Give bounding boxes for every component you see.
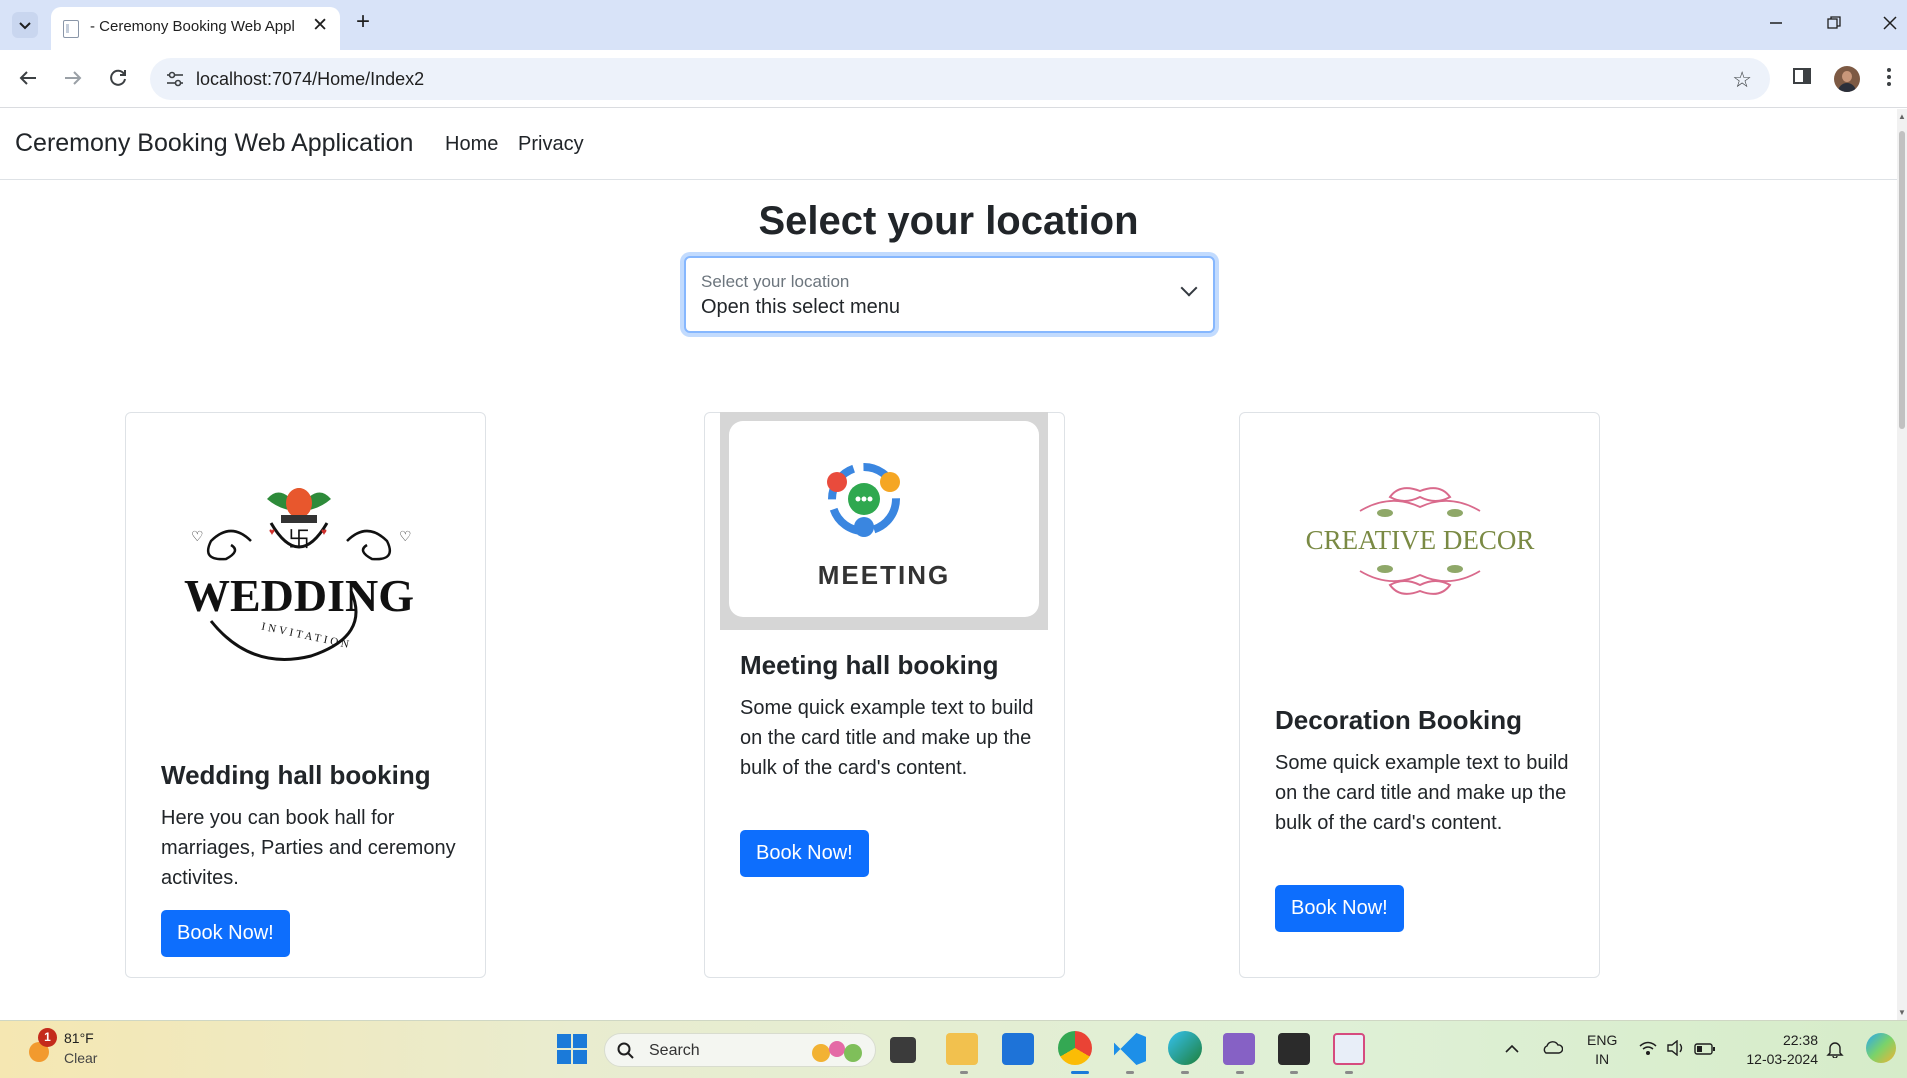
card-text: Here you can book hall for marriages, Pa… [161,807,456,889]
snipping-tool-icon[interactable] [1333,1033,1365,1065]
more-menu-icon[interactable] [1886,66,1892,92]
close-icon[interactable]: ✕ [312,16,328,35]
app-running-indicator [1236,1071,1244,1074]
windows-start-icon[interactable] [557,1034,587,1069]
back-icon[interactable] [16,66,40,94]
creative-decor-logo-image: CREATIVE DECOR [1306,487,1535,595]
meeting-logo-image: MEETING [720,412,1048,630]
reload-icon[interactable] [106,66,130,94]
browser-tab[interactable]: - Ceremony Booking Web Appli ✕ [51,7,340,50]
book-now-button[interactable]: Book Now! [740,830,869,877]
card-title: Wedding hall booking [161,760,431,790]
weather-temp: 81°F [64,1030,94,1046]
card-decoration: CREATIVE DECOR Decoration Booking Some q… [1239,412,1600,978]
language-code: ENG [1587,1032,1618,1048]
app-active-indicator [1071,1071,1089,1074]
svg-text:WEDDING: WEDDING [184,570,414,621]
svg-text:♥: ♥ [269,527,275,538]
task-view-icon[interactable] [890,1037,916,1063]
select-floating-label: Select your location [701,272,850,291]
forward-icon[interactable] [61,66,85,94]
page-icon [63,20,79,38]
svg-text:♡: ♡ [399,528,412,544]
search-highlight-icon [812,1041,862,1062]
terminal-icon[interactable] [1278,1033,1310,1065]
app-running-indicator [1181,1071,1189,1074]
app-running-indicator [1290,1071,1298,1074]
app-running-indicator [960,1071,968,1074]
card-title: Meeting hall booking [740,650,999,680]
onedrive-cloud-icon[interactable] [1541,1040,1564,1059]
select-value: Open this select menu [701,296,900,318]
site-info-icon[interactable] [166,71,184,87]
svg-text:卐: 卐 [288,528,310,553]
battery-icon[interactable] [1694,1042,1716,1060]
card-wedding: 卐 ♡ ♡ ♥ ♥ WEDDING INVITATION Wedding hal… [125,412,486,978]
site-navbar: Ceremony Booking Web Application Home Pr… [0,109,1897,180]
region-code: IN [1595,1051,1610,1067]
new-tab-button[interactable]: + [356,10,370,34]
tab-title: - Ceremony Booking Web Appli [90,18,295,35]
card-title: Decoration Booking [1275,705,1523,735]
clock-time: 22:38 [1782,1032,1818,1048]
scroll-up-icon[interactable]: ▲ [1898,112,1906,121]
weather-condition: Clear [64,1050,98,1066]
search-placeholder: Search [649,1042,700,1059]
edge-icon[interactable] [1168,1031,1202,1065]
nav-home[interactable]: Home [445,133,498,156]
chevron-down-icon [19,22,31,30]
chevron-up-icon[interactable] [1505,1040,1519,1058]
location-select[interactable]: Select your location Open this select me… [684,256,1215,333]
book-now-button[interactable]: Book Now! [1275,885,1404,932]
search-icon [617,1042,634,1059]
svg-text:CREATIVE DECOR: CREATIVE DECOR [1306,525,1535,555]
app-running-indicator [1345,1071,1353,1074]
card-text: Some quick example text to build on the … [740,697,1034,779]
site-brand[interactable]: Ceremony Booking Web Application [15,129,413,158]
svg-text:♥: ♥ [321,527,327,538]
app-running-indicator [1126,1071,1134,1074]
profile-avatar[interactable] [1834,66,1860,92]
bookmark-star-icon[interactable]: ☆ [1732,67,1752,93]
restore-icon[interactable] [1826,15,1842,34]
mail-icon[interactable] [1002,1033,1034,1065]
clock[interactable]: 22:38 12-03-2024 [1733,1031,1818,1069]
tab-search-button[interactable] [12,12,38,38]
chrome-icon[interactable] [1058,1031,1092,1065]
copilot-icon[interactable] [1866,1033,1896,1063]
window-close-icon[interactable] [1882,15,1898,34]
card-text: Some quick example text to build on the … [1275,752,1569,834]
file-explorer-icon[interactable] [946,1033,978,1065]
taskbar-search-box[interactable]: Search [604,1033,876,1067]
input-language[interactable]: ENG IN [1587,1031,1617,1069]
wifi-icon[interactable] [1638,1040,1658,1061]
url-text: localhost:7074/Home/Index2 [196,69,425,89]
wedding-logo-image: 卐 ♡ ♡ ♥ ♥ WEDDING INVITATION [184,488,414,661]
book-now-button[interactable]: Book Now! [161,910,290,957]
page-scrollbar[interactable]: ▲ ▼ [1897,109,1907,1020]
chevron-down-icon [1180,279,1198,297]
svg-text:♡: ♡ [191,528,204,544]
weather-badge: 1 [38,1028,57,1047]
address-bar[interactable]: localhost:7074/Home/Index2 ☆ [150,58,1770,100]
nav-privacy[interactable]: Privacy [518,133,584,156]
notification-bell-icon[interactable] [1826,1040,1844,1063]
volume-icon[interactable] [1666,1039,1686,1061]
visual-studio-icon[interactable] [1223,1033,1255,1065]
minimize-icon[interactable] [1768,15,1784,34]
clock-date: 12-03-2024 [1746,1051,1818,1067]
scroll-down-icon[interactable]: ▼ [1898,1008,1906,1017]
page-title: Select your location [758,199,1139,243]
scrollbar-thumb[interactable] [1899,131,1905,429]
svg-text:INVITATION: INVITATION [260,621,353,652]
side-panel-icon[interactable] [1792,66,1812,90]
meeting-logo-text: MEETING [817,560,951,590]
